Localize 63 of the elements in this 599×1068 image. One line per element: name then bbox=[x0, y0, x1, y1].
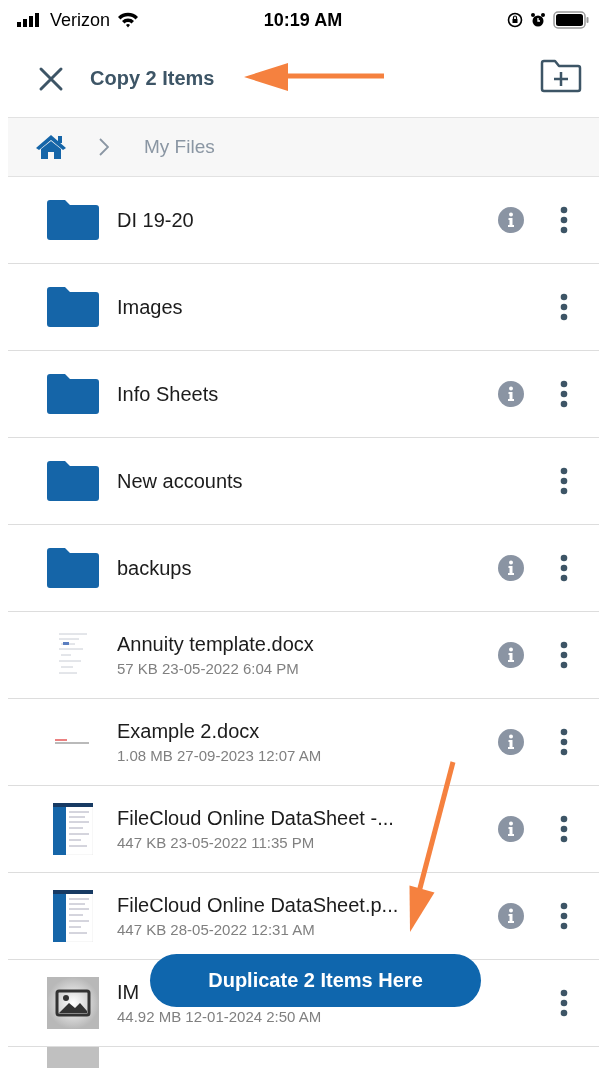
vertical-dots-icon bbox=[560, 467, 568, 495]
folder-icon bbox=[47, 374, 99, 414]
more-options-button[interactable] bbox=[560, 728, 568, 756]
vertical-dots-icon bbox=[560, 380, 568, 408]
clock-time: 10:19 AM bbox=[263, 9, 343, 31]
duplicate-here-button[interactable]: Duplicate 2 Items Here bbox=[150, 954, 481, 1007]
image-thumbnail bbox=[47, 1047, 99, 1068]
vertical-dots-icon bbox=[560, 206, 568, 234]
image-thumbnail-icon bbox=[47, 977, 99, 1029]
more-options-button[interactable] bbox=[560, 815, 568, 843]
file-details: 1.08 MB 27-09-2023 12:07 AM bbox=[117, 747, 322, 764]
close-button[interactable] bbox=[38, 65, 64, 92]
header-title: Copy 2 Items bbox=[90, 67, 215, 90]
file-name[interactable]: DI 19-20 bbox=[117, 208, 194, 232]
rotation-lock-icon bbox=[507, 12, 523, 28]
alarm-icon bbox=[530, 12, 546, 28]
info-button[interactable] bbox=[498, 816, 524, 842]
document-thumbnail bbox=[53, 890, 93, 942]
info-button[interactable] bbox=[498, 729, 524, 755]
info-button[interactable] bbox=[498, 903, 524, 929]
vertical-dots-icon bbox=[560, 554, 568, 582]
file-name[interactable]: Images bbox=[117, 295, 183, 319]
wifi-icon bbox=[117, 12, 140, 28]
more-options-button[interactable] bbox=[560, 467, 568, 495]
info-button[interactable] bbox=[498, 642, 524, 668]
file-name[interactable]: Example 2.docx bbox=[117, 720, 260, 743]
home-button[interactable] bbox=[35, 134, 67, 160]
file-details: 57 KB 23-05-2022 6:04 PM bbox=[117, 660, 299, 677]
more-options-button[interactable] bbox=[560, 206, 568, 234]
info-button[interactable] bbox=[498, 381, 524, 407]
chevron-right-icon bbox=[99, 138, 109, 156]
folder-icon bbox=[47, 200, 99, 240]
file-name[interactable]: Info Sheets bbox=[117, 382, 219, 406]
battery-icon bbox=[553, 11, 589, 29]
vertical-dots-icon bbox=[560, 641, 568, 669]
file-name[interactable]: Annuity template.docx bbox=[117, 633, 314, 656]
more-options-button[interactable] bbox=[560, 293, 568, 321]
file-name[interactable]: FileCloud Online DataSheet.p... bbox=[117, 894, 399, 917]
vertical-dots-icon bbox=[560, 293, 568, 321]
more-options-button[interactable] bbox=[560, 902, 568, 930]
folder-icon bbox=[47, 548, 99, 588]
info-button[interactable] bbox=[498, 207, 524, 233]
document-thumbnail bbox=[53, 803, 93, 855]
vertical-dots-icon bbox=[560, 989, 568, 1017]
more-options-button[interactable] bbox=[560, 989, 568, 1017]
file-name[interactable]: backups bbox=[117, 556, 192, 580]
new-folder-button[interactable] bbox=[540, 58, 582, 93]
vertical-dots-icon bbox=[560, 902, 568, 930]
vertical-dots-icon bbox=[560, 728, 568, 756]
file-name[interactable]: FileCloud Online DataSheet -... bbox=[117, 807, 394, 830]
file-details: 447 KB 28-05-2022 12:31 AM bbox=[117, 921, 315, 938]
folder-icon bbox=[47, 461, 99, 501]
folder-icon bbox=[47, 287, 99, 327]
file-name[interactable]: New accounts bbox=[117, 469, 243, 493]
carrier-name: Verizon bbox=[50, 9, 111, 31]
file-name[interactable]: IM bbox=[117, 981, 140, 1004]
info-button[interactable] bbox=[498, 555, 524, 581]
file-details: 44.92 MB 12-01-2024 2:50 AM bbox=[117, 1008, 322, 1025]
more-options-button[interactable] bbox=[560, 380, 568, 408]
more-options-button[interactable] bbox=[560, 554, 568, 582]
vertical-dots-icon bbox=[560, 815, 568, 843]
file-details: 447 KB 23-05-2022 11:35 PM bbox=[117, 834, 315, 851]
more-options-button[interactable] bbox=[560, 641, 568, 669]
